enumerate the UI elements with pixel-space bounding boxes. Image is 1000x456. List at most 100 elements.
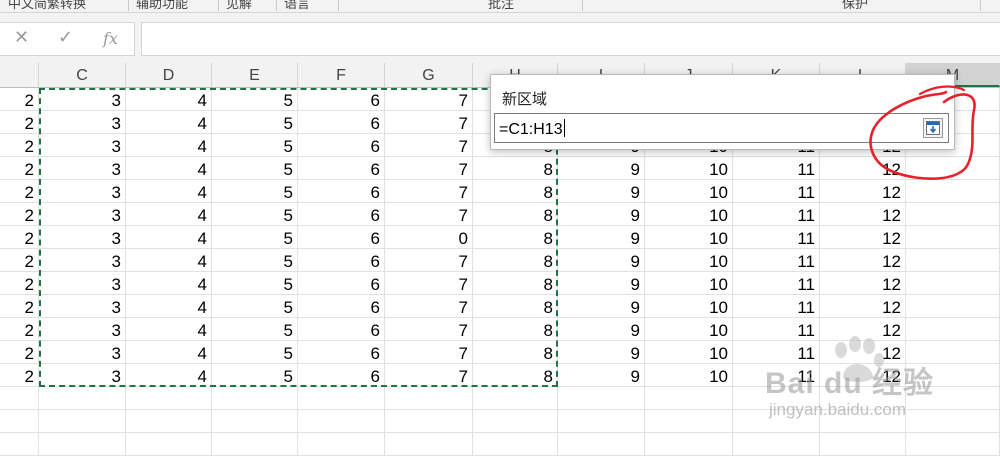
cell[interactable] bbox=[558, 410, 645, 433]
cell[interactable] bbox=[558, 387, 645, 410]
cell[interactable]: 11 bbox=[733, 364, 820, 387]
cell[interactable]: 2 bbox=[0, 88, 39, 111]
cell[interactable] bbox=[820, 387, 906, 410]
cell[interactable] bbox=[645, 410, 733, 433]
cell[interactable]: 5 bbox=[212, 272, 298, 295]
column-header[interactable]: C bbox=[39, 63, 126, 87]
ribbon-group-insights[interactable]: 见解 bbox=[218, 0, 277, 12]
cell[interactable]: 6 bbox=[298, 318, 385, 341]
cell[interactable]: 11 bbox=[733, 318, 820, 341]
cell[interactable]: 6 bbox=[298, 111, 385, 134]
cell[interactable]: 5 bbox=[212, 203, 298, 226]
cell[interactable]: 4 bbox=[126, 157, 212, 180]
cell[interactable]: 4 bbox=[126, 134, 212, 157]
cell[interactable]: 4 bbox=[126, 111, 212, 134]
cell[interactable] bbox=[298, 387, 385, 410]
cell[interactable]: 12 bbox=[820, 180, 906, 203]
cell[interactable]: 6 bbox=[298, 295, 385, 318]
cell[interactable]: 5 bbox=[212, 157, 298, 180]
column-header[interactable]: F bbox=[298, 63, 385, 87]
cell[interactable]: 4 bbox=[126, 88, 212, 111]
cell[interactable] bbox=[558, 433, 645, 456]
cancel-icon[interactable]: ✕ bbox=[14, 27, 29, 48]
cell[interactable]: 2 bbox=[0, 111, 39, 134]
cell[interactable]: 6 bbox=[298, 134, 385, 157]
cell[interactable] bbox=[906, 249, 1000, 272]
cell[interactable]: 2 bbox=[0, 272, 39, 295]
cell[interactable]: 3 bbox=[39, 157, 126, 180]
cell[interactable]: 2 bbox=[0, 157, 39, 180]
cell[interactable]: 2 bbox=[0, 318, 39, 341]
collapse-dialog-button[interactable] bbox=[923, 118, 943, 138]
cell[interactable]: 12 bbox=[820, 157, 906, 180]
cell[interactable]: 2 bbox=[0, 134, 39, 157]
ribbon-group-protect[interactable]: 保护 bbox=[834, 0, 981, 12]
cell[interactable]: 2 bbox=[0, 295, 39, 318]
cell[interactable]: 9 bbox=[558, 295, 645, 318]
cell[interactable] bbox=[473, 387, 558, 410]
cell[interactable] bbox=[385, 387, 473, 410]
ribbon-group-comments[interactable]: 批注 bbox=[480, 0, 583, 12]
cell[interactable] bbox=[645, 387, 733, 410]
cell[interactable] bbox=[820, 410, 906, 433]
cell[interactable]: 2 bbox=[0, 203, 39, 226]
cell[interactable]: 5 bbox=[212, 364, 298, 387]
cell[interactable]: 8 bbox=[473, 180, 558, 203]
cell[interactable] bbox=[906, 410, 1000, 433]
cell[interactable]: 5 bbox=[212, 134, 298, 157]
cell[interactable]: 7 bbox=[385, 364, 473, 387]
cell[interactable]: 4 bbox=[126, 203, 212, 226]
cell[interactable]: 7 bbox=[385, 341, 473, 364]
cell[interactable]: 7 bbox=[385, 180, 473, 203]
cell[interactable]: 9 bbox=[558, 364, 645, 387]
cell[interactable]: 2 bbox=[0, 226, 39, 249]
column-header[interactable]: E bbox=[212, 63, 298, 87]
cell[interactable] bbox=[906, 295, 1000, 318]
cell[interactable]: 8 bbox=[473, 203, 558, 226]
cell[interactable] bbox=[820, 433, 906, 456]
cell[interactable]: 3 bbox=[39, 180, 126, 203]
cell[interactable]: 9 bbox=[558, 203, 645, 226]
cell[interactable] bbox=[906, 341, 1000, 364]
cell[interactable]: 12 bbox=[820, 272, 906, 295]
cell[interactable]: 10 bbox=[645, 364, 733, 387]
cell[interactable]: 3 bbox=[39, 272, 126, 295]
column-header[interactable] bbox=[0, 63, 39, 87]
ribbon-group-language[interactable]: 语言 bbox=[276, 0, 339, 12]
cell[interactable]: 7 bbox=[385, 249, 473, 272]
cell[interactable] bbox=[473, 433, 558, 456]
cell[interactable] bbox=[733, 410, 820, 433]
cell[interactable]: 10 bbox=[645, 157, 733, 180]
cell[interactable]: 8 bbox=[473, 157, 558, 180]
cell[interactable] bbox=[906, 272, 1000, 295]
cell[interactable]: 6 bbox=[298, 157, 385, 180]
cell[interactable]: 7 bbox=[385, 134, 473, 157]
cell[interactable] bbox=[906, 226, 1000, 249]
cell[interactable]: 8 bbox=[473, 364, 558, 387]
cell[interactable]: 2 bbox=[0, 341, 39, 364]
cell[interactable] bbox=[298, 410, 385, 433]
cell[interactable]: 10 bbox=[645, 272, 733, 295]
cell[interactable]: 5 bbox=[212, 226, 298, 249]
cell[interactable]: 3 bbox=[39, 341, 126, 364]
cell[interactable]: 5 bbox=[212, 341, 298, 364]
cell[interactable]: 3 bbox=[39, 295, 126, 318]
cell[interactable]: 6 bbox=[298, 272, 385, 295]
cell[interactable]: 5 bbox=[212, 180, 298, 203]
cell[interactable]: 6 bbox=[298, 203, 385, 226]
cell[interactable]: 4 bbox=[126, 341, 212, 364]
cell[interactable]: 8 bbox=[473, 318, 558, 341]
cell[interactable] bbox=[473, 410, 558, 433]
cell[interactable]: 12 bbox=[820, 249, 906, 272]
cell[interactable]: 3 bbox=[39, 364, 126, 387]
cell[interactable]: 5 bbox=[212, 111, 298, 134]
cell[interactable]: 12 bbox=[820, 203, 906, 226]
cell[interactable]: 3 bbox=[39, 203, 126, 226]
cell[interactable]: 8 bbox=[473, 249, 558, 272]
cell[interactable]: 9 bbox=[558, 318, 645, 341]
cell[interactable]: 4 bbox=[126, 364, 212, 387]
cell[interactable] bbox=[733, 387, 820, 410]
column-header[interactable]: D bbox=[126, 63, 212, 87]
cell[interactable] bbox=[298, 433, 385, 456]
cell[interactable]: 9 bbox=[558, 226, 645, 249]
